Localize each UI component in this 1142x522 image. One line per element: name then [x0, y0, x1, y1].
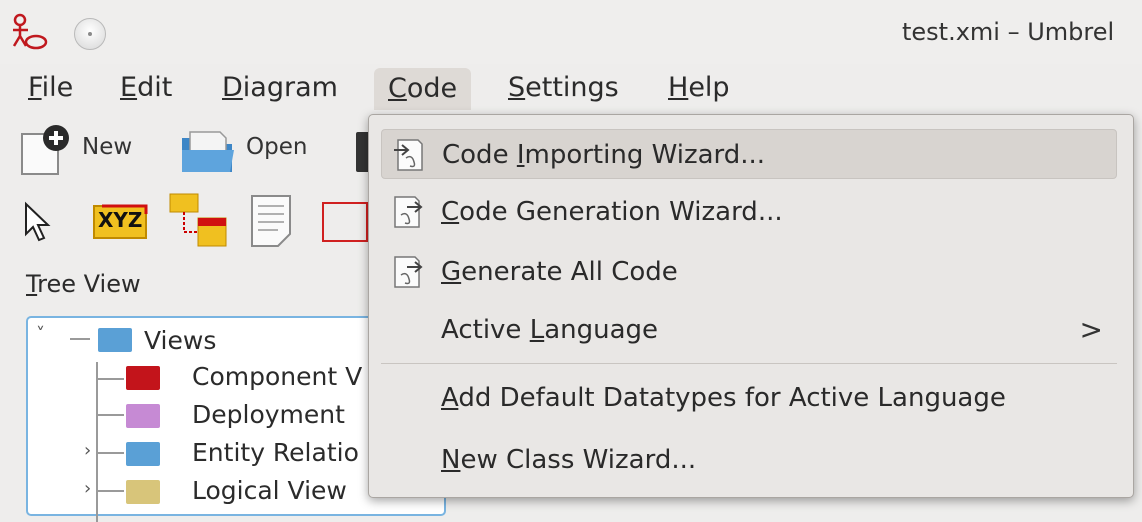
menu-edit-mnemonic: E [120, 72, 138, 103]
label-mnemonic: L [529, 315, 545, 345]
tree-view-title: Tree View [26, 270, 141, 298]
menu-file-label: ile [41, 72, 74, 103]
tree-line [96, 362, 98, 522]
component-folder-icon [126, 366, 160, 390]
menu-help-mnemonic: H [668, 72, 689, 103]
code-menu-dropdown: Code Importing Wizard... Code Generation… [368, 114, 1134, 498]
new-document-icon [21, 125, 69, 175]
menu-diagram-label: iagram [242, 72, 338, 103]
menu-file-mnemonic: F [28, 72, 42, 103]
menu-code-mnemonic: C [388, 73, 407, 104]
logical-folder-icon [126, 480, 160, 504]
label-mnemonic: A [441, 383, 459, 413]
tree-line [96, 452, 124, 454]
menu-item-add-default-datatypes[interactable]: Add Default Datatypes for Active Languag… [381, 373, 1117, 423]
menu-diagram[interactable]: Diagram [222, 72, 338, 103]
menu-item-new-class-wizard[interactable]: New Class Wizard... [381, 435, 1117, 485]
menu-item-code-generation-wizard[interactable]: Code Generation Wizard... [381, 187, 1117, 237]
label-post: enerate All Code [461, 257, 678, 287]
tree-line [96, 378, 124, 380]
menu-settings[interactable]: Settings [508, 72, 619, 103]
box-tool-icon[interactable] [322, 202, 368, 242]
menu-item-label: Add Default Datatypes for Active Languag… [441, 383, 1006, 413]
select-arrow-icon[interactable] [22, 200, 54, 244]
open-button-label: Open [246, 134, 308, 160]
menu-item-code-importing-wizard[interactable]: Code Importing Wizard... [381, 129, 1117, 179]
note-tool-icon[interactable] [248, 194, 294, 248]
class-tool-button[interactable]: XYZ [92, 202, 150, 240]
menu-help[interactable]: Help [668, 72, 730, 103]
code-generate-icon [394, 196, 423, 228]
tree-view-title-rest: ree View [37, 270, 141, 298]
menu-separator [381, 363, 1117, 364]
entity-folder-icon [126, 442, 160, 466]
menu-code-label: ode [406, 73, 458, 104]
expand-chevron-icon[interactable]: › [84, 440, 91, 461]
menu-code[interactable]: Code [374, 68, 472, 110]
label-post: mporting Wizard... [524, 140, 766, 170]
new-button[interactable]: New [18, 120, 152, 176]
label-post: dd Default Datatypes for Active Language [458, 383, 1006, 413]
folder-open-icon [182, 131, 234, 172]
menu-file[interactable]: File [28, 72, 73, 103]
menu-item-label: Code Importing Wizard... [442, 140, 765, 170]
expand-chevron-icon[interactable]: › [84, 478, 91, 499]
menu-help-label: elp [688, 72, 730, 103]
code-import-icon [394, 139, 423, 171]
window-menu-button[interactable] [74, 18, 106, 50]
menu-diagram-mnemonic: D [222, 72, 243, 103]
label-pre: Code [442, 140, 517, 170]
submenu-arrow-icon: > [1079, 313, 1103, 346]
label-post: ode Generation Wizard... [459, 197, 783, 227]
tree-item-component-view[interactable]: Component V [192, 362, 362, 391]
menu-item-active-language[interactable]: Active Language > [381, 305, 1117, 355]
label-mnemonic: I [516, 140, 525, 170]
label-mnemonic: N [441, 445, 461, 475]
umbrello-logo-icon [12, 13, 48, 50]
tree-item-entity-relationship[interactable]: Entity Relatio [192, 438, 359, 467]
open-button[interactable]: Open [180, 120, 330, 176]
label-post: ew Class Wizard... [460, 445, 697, 475]
package-tool-icon[interactable] [168, 192, 230, 248]
tree-line [70, 338, 90, 340]
tree-line [96, 414, 124, 416]
tree-view-mnemonic: T [26, 270, 38, 298]
label-pre: Active [441, 315, 530, 345]
expand-chevron-icon[interactable]: ˅ [36, 324, 45, 345]
window-title: test.xmi – Umbrel [902, 18, 1115, 46]
label-post: anguage [544, 315, 659, 345]
menu-item-label: Active Language [441, 315, 658, 345]
menu-edit[interactable]: Edit [120, 72, 172, 103]
label-mnemonic: G [441, 257, 462, 287]
label-mnemonic: C [441, 197, 460, 227]
deployment-folder-icon [126, 404, 160, 428]
menu-settings-mnemonic: S [508, 72, 526, 103]
tree-item-logical-view[interactable]: Logical View [192, 476, 347, 505]
new-button-label: New [82, 134, 133, 160]
menu-item-generate-all-code[interactable]: Generate All Code [381, 247, 1117, 297]
menu-settings-label: ettings [525, 72, 619, 103]
tree-item-views[interactable]: Views [144, 326, 216, 355]
menu-item-label: New Class Wizard... [441, 445, 696, 475]
menu-item-label: Code Generation Wizard... [441, 197, 783, 227]
tree-line [96, 490, 124, 492]
menubar: File Edit Diagram Code Settings Help [0, 64, 1142, 114]
xyz-label: XYZ [98, 208, 143, 232]
code-generate-icon [394, 256, 423, 288]
tree-item-deployment-view[interactable]: Deployment [192, 400, 345, 429]
menu-item-label: Generate All Code [441, 257, 678, 287]
views-folder-icon [98, 328, 132, 352]
menu-edit-label: dit [137, 72, 173, 103]
